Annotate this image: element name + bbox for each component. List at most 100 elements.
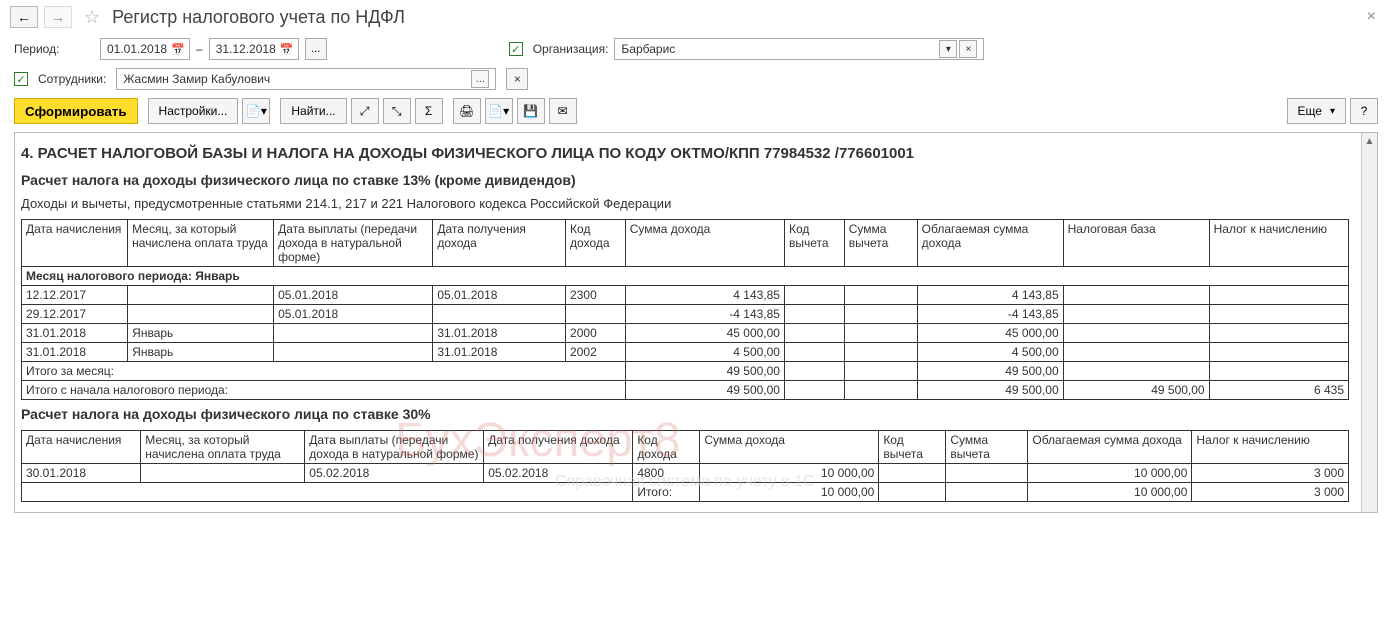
employee-select-icon[interactable]: … (471, 70, 489, 88)
employees-checkbox[interactable]: ✓ (14, 72, 28, 86)
org-dropdown-icon[interactable]: ▾ (939, 40, 957, 58)
cell (1209, 324, 1348, 343)
table-row: 12.12.2017 05.01.2018 05.01.2018 2300 4 … (22, 286, 1349, 305)
month-group-row: Месяц налогового периода: Январь (22, 267, 1349, 286)
cell: 2300 (566, 286, 626, 305)
cell (1063, 305, 1209, 324)
sum-button[interactable]: Σ (415, 98, 443, 124)
th-vsum: Сумма вычета (844, 220, 917, 267)
period-picker-button[interactable]: ... (305, 38, 327, 60)
save-button[interactable]: 💾 (517, 98, 545, 124)
th-month: Месяц, за который начислена оплата труда (128, 220, 274, 267)
cell (844, 305, 917, 324)
cell: 05.01.2018 (433, 286, 566, 305)
cell: 45 000,00 (917, 324, 1063, 343)
table-row: 30.01.2018 05.02.2018 05.02.2018 4800 10… (22, 464, 1349, 483)
cell (784, 305, 844, 324)
cell (879, 483, 946, 502)
cell (784, 343, 844, 362)
settings-dropdown-button[interactable]: 📄▾ (242, 98, 270, 124)
find-button[interactable]: Найти... (280, 98, 346, 124)
cell: Январь (128, 324, 274, 343)
cell: 29.12.2017 (22, 305, 128, 324)
th-due: Налог к начислению (1209, 220, 1348, 267)
cell (844, 324, 917, 343)
cell: 4 500,00 (917, 343, 1063, 362)
employees-label: Сотрудники: (38, 72, 106, 86)
total30-label: Итого: (633, 483, 700, 502)
th-pay: Дата выплаты (передачи дохода в натураль… (305, 431, 484, 464)
employee-input[interactable]: Жасмин Замир Кабулович … (116, 68, 496, 90)
collapse-button[interactable]: ⤡ (383, 98, 411, 124)
cell: 05.01.2018 (274, 286, 433, 305)
cell: 4800 (633, 464, 700, 483)
org-checkbox[interactable]: ✓ (509, 42, 523, 56)
vertical-scrollbar[interactable]: ▲ (1361, 133, 1377, 512)
cell (946, 464, 1028, 483)
close-icon[interactable]: × (1361, 8, 1382, 26)
favorite-star-icon[interactable]: ☆ (84, 7, 100, 28)
employee-value: Жасмин Замир Кабулович (123, 72, 471, 86)
generate-button[interactable]: Сформировать (14, 98, 138, 124)
table-30: Дата начисления Месяц, за который начисл… (21, 430, 1349, 502)
cell (844, 286, 917, 305)
cell: Январь (128, 343, 274, 362)
th-vsum: Сумма вычета (946, 431, 1028, 464)
total-month-label: Итого за месяц: (22, 362, 626, 381)
table-13: Дата начисления Месяц, за который начисл… (21, 219, 1349, 400)
th-recv: Дата получения дохода (484, 431, 633, 464)
cell (1063, 343, 1209, 362)
more-button[interactable]: Еще (1287, 98, 1346, 124)
th-code: Код дохода (633, 431, 700, 464)
date-from-input[interactable]: 01.01.2018 📅 (100, 38, 190, 60)
employee-clear-button[interactable]: × (506, 68, 528, 90)
cell: 30.01.2018 (22, 464, 141, 483)
cell (784, 324, 844, 343)
cell: -4 143,85 (917, 305, 1063, 324)
cell: 05.02.2018 (305, 464, 484, 483)
cell (784, 362, 844, 381)
cell: 3 000 (1192, 483, 1349, 502)
org-input[interactable]: Барбарис ▾ × (614, 38, 984, 60)
table-row: 29.12.2017 05.01.2018 -4 143,85 -4 143,8… (22, 305, 1349, 324)
th-taxable: Облагаемая сумма дохода (917, 220, 1063, 267)
cell: 31.01.2018 (22, 343, 128, 362)
help-button[interactable]: ? (1350, 98, 1378, 124)
cell (844, 343, 917, 362)
cell: 2002 (566, 343, 626, 362)
scroll-up-icon[interactable]: ▲ (1362, 133, 1377, 149)
settings-button[interactable]: Настройки... (148, 98, 239, 124)
cell (1209, 362, 1348, 381)
cell: 3 000 (1192, 464, 1349, 483)
cell: 4 143,85 (917, 286, 1063, 305)
back-button[interactable]: ← (10, 6, 38, 28)
calendar-icon[interactable]: 📅 (280, 43, 294, 56)
cell: 4 500,00 (625, 343, 784, 362)
cell: 49 500,00 (917, 362, 1063, 381)
th-taxable: Облагаемая сумма дохода (1028, 431, 1192, 464)
cell: 31.01.2018 (433, 324, 566, 343)
th-vcode: Код вычета (784, 220, 844, 267)
org-value: Барбарис (621, 42, 939, 56)
print-dropdown-button[interactable]: 📄▾ (485, 98, 513, 124)
org-label: Организация: (533, 42, 609, 56)
email-button[interactable]: ✉ (549, 98, 577, 124)
th-recv: Дата получения дохода (433, 220, 566, 267)
cell (784, 286, 844, 305)
cell: 31.01.2018 (22, 324, 128, 343)
total-period-row: Итого с начала налогового периода: 49 50… (22, 381, 1349, 400)
th-accrual: Дата начисления (22, 220, 128, 267)
date-from-value: 01.01.2018 (107, 42, 167, 56)
cell: 4 143,85 (625, 286, 784, 305)
period-label: Период: (14, 42, 94, 56)
table-row: 31.01.2018 Январь 31.01.2018 2002 4 500,… (22, 343, 1349, 362)
cell: 12.12.2017 (22, 286, 128, 305)
date-to-input[interactable]: 31.12.2018 📅 (209, 38, 299, 60)
org-clear-icon[interactable]: × (959, 40, 977, 58)
print-button[interactable]: 🖨 (453, 98, 481, 124)
th-base: Налоговая база (1063, 220, 1209, 267)
cell (566, 305, 626, 324)
expand-button[interactable]: ⤢ (351, 98, 379, 124)
forward-button[interactable]: → (44, 6, 72, 28)
calendar-icon[interactable]: 📅 (171, 43, 185, 56)
